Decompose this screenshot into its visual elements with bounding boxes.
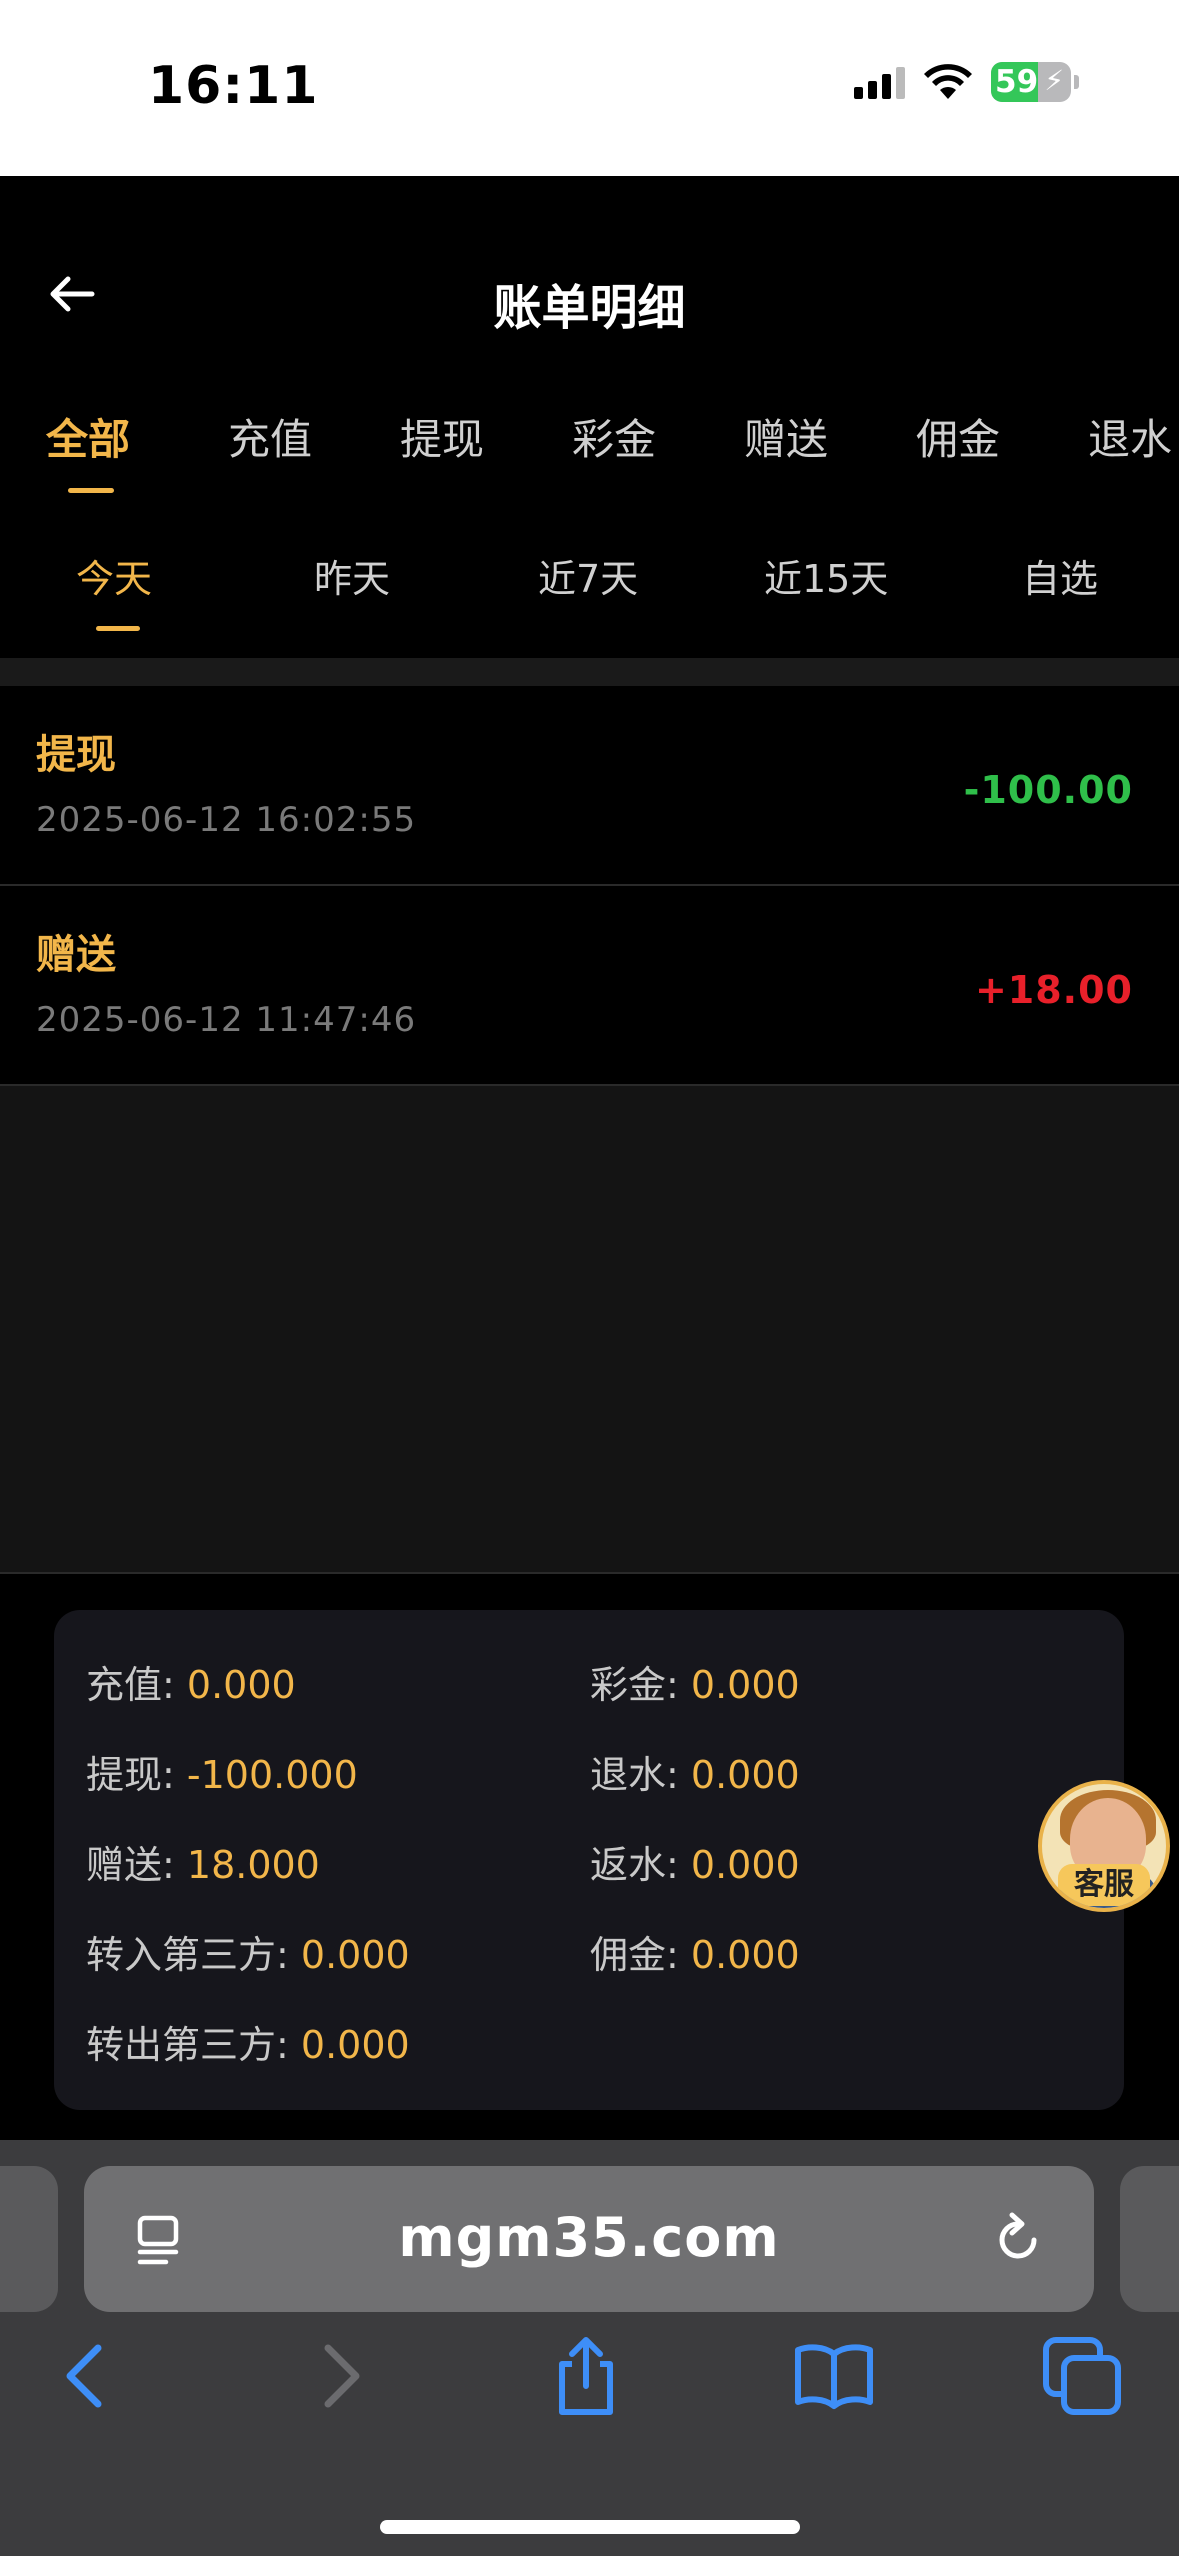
summary-cashback: 返水: 0.000	[590, 1834, 800, 1889]
battery-percentage: 59	[995, 64, 1039, 100]
summary-label: 退水:	[590, 1753, 691, 1797]
app-header: 账单明细	[0, 176, 1179, 412]
record-type: 提现	[36, 732, 116, 778]
tab-all[interactable]: 全部	[46, 406, 130, 467]
url-text: mgm35.com	[398, 2206, 780, 2269]
home-indicator	[380, 2520, 800, 2534]
status-time: 16:11	[148, 56, 319, 116]
cellular-signal-icon	[854, 65, 905, 99]
summary-withdraw: 提现: -100.000	[86, 1744, 358, 1799]
summary-bonus: 彩金: 0.000	[590, 1654, 800, 1709]
next-tab-preview[interactable]	[1120, 2166, 1179, 2312]
summary-label: 充值:	[86, 1663, 187, 1707]
summary-section: 充值: 0.000 彩金: 0.000 提现: -100.000 退水: 0.0…	[0, 1576, 1179, 2140]
list-empty-area	[0, 1086, 1179, 1574]
date-filter-tabs: 今天 昨天 近7天 近15天 自选	[0, 520, 1179, 650]
summary-value: 0.000	[690, 1753, 800, 1797]
customer-service-button[interactable]: 客服	[1038, 1780, 1170, 1912]
status-bar: 16:11 59 ⚡	[0, 0, 1179, 176]
tab-withdraw[interactable]: 提现	[400, 406, 484, 467]
battery-tip	[1074, 75, 1079, 89]
summary-value: 0.000	[690, 1843, 800, 1887]
summary-value: 0.000	[690, 1663, 800, 1707]
summary-value: 0.000	[300, 1933, 410, 1977]
summary-card: 充值: 0.000 彩金: 0.000 提现: -100.000 退水: 0.0…	[54, 1610, 1124, 2110]
summary-recharge: 充值: 0.000	[86, 1654, 296, 1709]
tab-commission[interactable]: 佣金	[916, 406, 1000, 467]
summary-label: 返水:	[590, 1843, 691, 1887]
date-tab-15days[interactable]: 近15天	[764, 548, 888, 603]
tab-rebate[interactable]: 退水	[1088, 406, 1172, 467]
summary-value: 18.000	[186, 1843, 320, 1887]
page: 16:11 59 ⚡ 账单明细 全部 充值 提现 彩金 赠送 佣金 退水 今天 …	[0, 0, 1179, 2556]
record-amount: -100.00	[963, 768, 1133, 812]
record-time: 2025-06-12 11:47:46	[36, 1000, 417, 1040]
wifi-icon	[924, 64, 972, 99]
bookmarks-icon[interactable]	[794, 2336, 874, 2416]
date-tab-today[interactable]: 今天	[76, 548, 152, 603]
date-tab-yesterday[interactable]: 昨天	[314, 548, 390, 603]
summary-commission: 佣金: 0.000	[590, 1924, 800, 1979]
share-icon[interactable]	[546, 2336, 626, 2416]
summary-gift: 赠送: 18.000	[86, 1834, 320, 1889]
previous-tab-preview[interactable]	[0, 2166, 58, 2312]
summary-label: 彩金:	[590, 1663, 691, 1707]
record-amount: +18.00	[974, 968, 1133, 1012]
record-type: 赠送	[36, 932, 116, 978]
list-item[interactable]: 提现 2025-06-12 16:02:55 -100.00	[0, 688, 1179, 886]
summary-label: 转入第三方:	[86, 1933, 301, 1977]
back-icon[interactable]	[46, 2336, 126, 2416]
charging-bolt-icon: ⚡	[1044, 64, 1064, 97]
browser-chrome: mgm35.com	[0, 2140, 1179, 2556]
summary-label: 佣金:	[590, 1933, 691, 1977]
summary-label: 提现:	[86, 1753, 187, 1797]
forward-icon[interactable]	[300, 2336, 380, 2416]
tab-recharge[interactable]: 充值	[228, 406, 312, 467]
customer-service-label: 客服	[1058, 1864, 1150, 1906]
page-title: 账单明细	[493, 280, 686, 336]
summary-transfer-out: 转出第三方: 0.000	[86, 2014, 410, 2069]
summary-rebate: 退水: 0.000	[590, 1744, 800, 1799]
summary-value: 0.000	[186, 1663, 296, 1707]
category-tabs: 全部 充值 提现 彩金 赠送 佣金 退水	[0, 400, 1179, 510]
summary-value: 0.000	[690, 1933, 800, 1977]
record-time: 2025-06-12 16:02:55	[36, 800, 417, 840]
date-tab-7days[interactable]: 近7天	[538, 548, 638, 603]
tab-gift[interactable]: 赠送	[744, 406, 828, 467]
status-icons: 59 ⚡	[854, 62, 1079, 102]
list-item[interactable]: 赠送 2025-06-12 11:47:46 +18.00	[0, 888, 1179, 1086]
battery-icon: 59 ⚡	[991, 62, 1071, 102]
reload-icon[interactable]	[988, 2210, 1048, 2270]
section-divider	[0, 658, 1179, 686]
tabs-icon[interactable]	[1042, 2336, 1122, 2416]
summary-value: 0.000	[300, 2023, 410, 2067]
summary-value: -100.000	[186, 1753, 358, 1797]
summary-label: 转出第三方:	[86, 2023, 301, 2067]
address-bar[interactable]: mgm35.com	[84, 2166, 1094, 2312]
active-tab-indicator	[68, 488, 114, 493]
date-tab-custom[interactable]: 自选	[1022, 548, 1098, 603]
summary-label: 赠送:	[86, 1843, 187, 1887]
tab-bonus[interactable]: 彩金	[572, 406, 656, 467]
active-date-indicator	[96, 626, 140, 631]
summary-transfer-in: 转入第三方: 0.000	[86, 1924, 410, 1979]
